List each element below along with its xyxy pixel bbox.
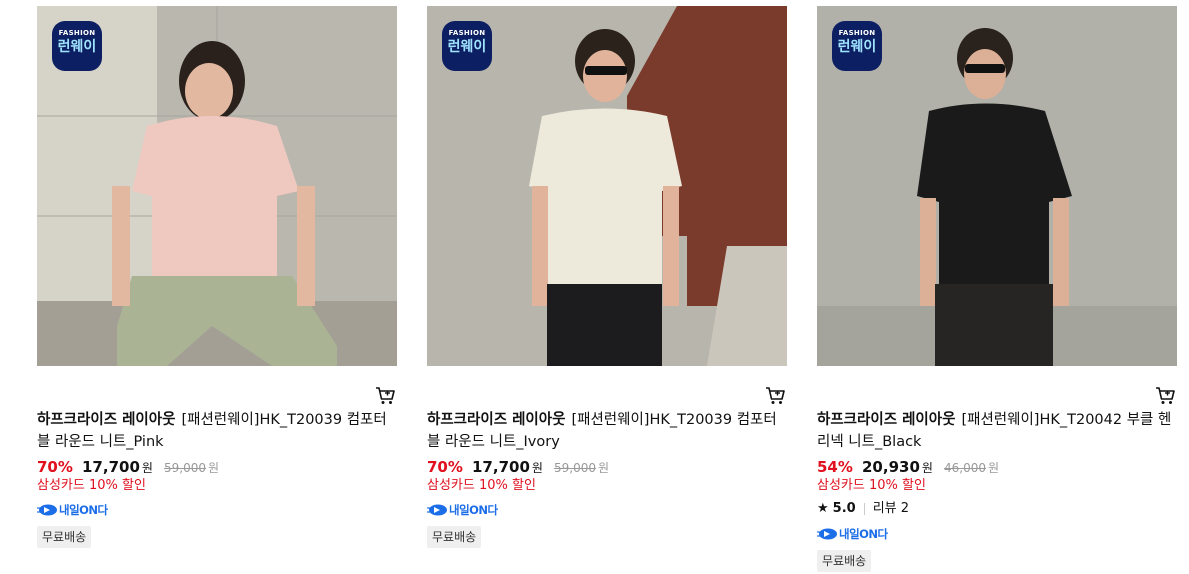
cart-row [37, 366, 397, 406]
original-price: 46,000 [944, 461, 987, 475]
product-title[interactable]: 하프크라이즈 레이아웃 [패션런웨이]HK_T20042 부클 헨리넥 니트_Bl… [817, 409, 1177, 453]
rating-row[interactable]: ★ 5.0 리뷰 2 [817, 500, 1177, 518]
brand-name: 하프크라이즈 레이아웃 [37, 412, 176, 428]
delivery-badge: 내일ON다 [817, 526, 1177, 542]
badge-top-text: FASHION [838, 29, 876, 37]
fashion-runway-badge: FASHION 런웨이 [442, 21, 492, 71]
free-shipping-tag: 무료배송 [37, 526, 92, 548]
brand-name: 하프크라이즈 레이아웃 [427, 412, 566, 428]
fashion-runway-badge: FASHION 런웨이 [832, 21, 882, 71]
badge-main-text: 런웨이 [837, 39, 877, 55]
original-price: 59,000 [554, 461, 597, 475]
delivery-label: 내일ON다 [449, 503, 498, 517]
product-image[interactable]: FASHION 런웨이 [427, 6, 787, 366]
product-card[interactable]: FASHION 런웨이 하프크라이즈 레이아웃 [패션런웨이]HK_T20039 … [427, 6, 787, 548]
delivery-label: 내일ON다 [839, 527, 888, 541]
discount-rate: 70% [427, 458, 463, 476]
cart-icon[interactable] [765, 386, 787, 406]
rating-score: 5.0 [832, 501, 856, 516]
truck-icon [817, 528, 837, 540]
currency-unit: 원 [921, 461, 933, 475]
product-card[interactable]: FASHION 런웨이 하프크라이즈 레이아웃 [패션런웨이]HK_T20039 … [37, 6, 397, 548]
currency-unit: 원 [141, 461, 153, 475]
sale-price: 20,930 [862, 458, 920, 476]
discount-rate: 54% [817, 458, 853, 476]
product-image[interactable]: FASHION 런웨이 [37, 6, 397, 366]
original-currency-unit: 원 [208, 461, 220, 475]
badge-top-text: FASHION [58, 29, 96, 37]
free-shipping-tag: 무료배송 [427, 526, 482, 548]
product-card[interactable]: FASHION 런웨이 하프크라이즈 레이아웃 [패션런웨이]HK_T20042 … [817, 6, 1177, 572]
delivery-badge: 내일ON다 [37, 502, 397, 518]
original-currency-unit: 원 [598, 461, 610, 475]
price-row: 54% 20,930 원 46,000 원 [817, 456, 1177, 478]
original-currency-unit: 원 [988, 461, 1000, 475]
fashion-runway-badge: FASHION 런웨이 [52, 21, 102, 71]
product-title[interactable]: 하프크라이즈 레이아웃 [패션런웨이]HK_T20039 컴포터블 라운드 니트_… [427, 409, 787, 453]
currency-unit: 원 [531, 461, 543, 475]
product-title[interactable]: 하프크라이즈 레이아웃 [패션런웨이]HK_T20039 컴포터블 라운드 니트_… [37, 409, 397, 453]
discount-rate: 70% [37, 458, 73, 476]
product-image[interactable]: FASHION 런웨이 [817, 6, 1177, 366]
card-benefit: 삼성카드 10% 할인 [37, 478, 146, 493]
card-benefit: 삼성카드 10% 할인 [427, 478, 536, 493]
badge-main-text: 런웨이 [447, 39, 487, 55]
sale-price: 17,700 [82, 458, 140, 476]
sale-price: 17,700 [472, 458, 530, 476]
free-shipping-tag: 무료배송 [817, 550, 872, 572]
brand-name: 하프크라이즈 레이아웃 [817, 412, 956, 428]
card-benefit: 삼성카드 10% 할인 [817, 478, 926, 493]
delivery-label: 내일ON다 [59, 503, 108, 517]
badge-top-text: FASHION [448, 29, 486, 37]
truck-icon [37, 504, 57, 516]
cart-row [427, 366, 787, 406]
divider [863, 503, 865, 515]
original-price: 59,000 [164, 461, 207, 475]
truck-icon [427, 504, 447, 516]
star-icon: ★ [817, 501, 829, 516]
badge-main-text: 런웨이 [57, 39, 97, 55]
review-count: 리뷰 2 [872, 501, 910, 516]
cart-row [817, 366, 1177, 406]
cart-icon[interactable] [375, 386, 397, 406]
price-row: 70% 17,700 원 59,000 원 [427, 456, 787, 478]
cart-icon[interactable] [1155, 386, 1177, 406]
delivery-badge: 내일ON다 [427, 502, 787, 518]
price-row: 70% 17,700 원 59,000 원 [37, 456, 397, 478]
